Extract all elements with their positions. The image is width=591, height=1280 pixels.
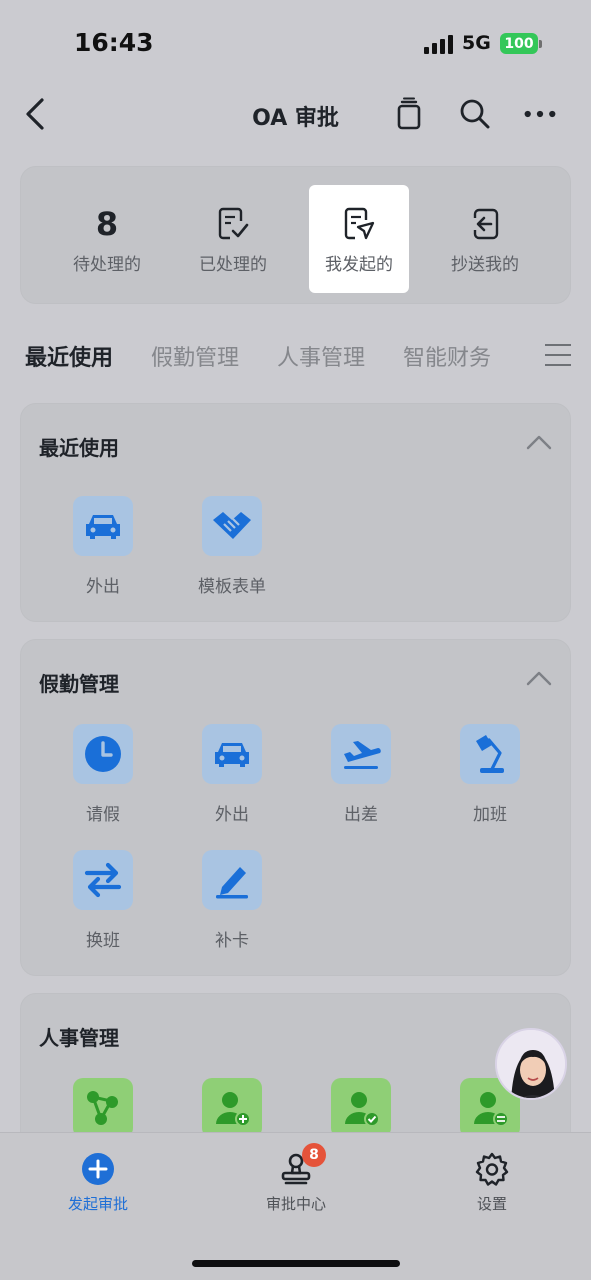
approval-stats-card: 8 待处理的 已处理的 我发起的 抄送我的	[20, 166, 571, 304]
stat-label: 待处理的	[73, 254, 141, 275]
person-check-icon	[331, 1078, 391, 1138]
assistant-avatar[interactable]	[495, 1028, 567, 1100]
tab-approval-center[interactable]: 8 审批中心	[236, 1143, 356, 1214]
airplane-icon	[331, 724, 391, 784]
app-outing[interactable]: 外出	[187, 724, 277, 834]
app-shift-swap[interactable]: 换班	[58, 850, 148, 960]
category-tabs: 最近使用 假勤管理 人事管理 智能财务	[0, 330, 591, 378]
menu-icon[interactable]	[545, 344, 571, 366]
stat-initiated[interactable]: 我发起的	[309, 185, 409, 293]
pending-count: 8	[95, 204, 119, 243]
app-leave[interactable]: 请假	[58, 724, 148, 834]
status-time: 16:43	[74, 28, 154, 57]
more-icon[interactable]	[523, 96, 557, 132]
app-label: 出差	[344, 805, 378, 825]
org-structure-icon	[73, 1078, 133, 1138]
app-label: 模板表单	[198, 577, 266, 597]
pencil-icon	[202, 850, 262, 910]
tab-label: 设置	[476, 1195, 507, 1213]
stat-label: 抄送我的	[451, 254, 519, 275]
stamp-icon: 8	[278, 1143, 326, 1187]
section-title: 人事管理	[39, 1026, 119, 1050]
app-label: 请假	[86, 805, 120, 825]
section-recent: 最近使用 外出 模板表单	[20, 403, 571, 622]
tab-initiate-approval[interactable]: 发起审批	[38, 1151, 158, 1214]
app-label: 换班	[86, 931, 120, 951]
app-clock-fix[interactable]: 补卡	[187, 850, 277, 960]
send-document-icon	[343, 204, 375, 244]
search-icon[interactable]	[458, 96, 492, 132]
app-label: 外出	[86, 577, 120, 597]
bottom-tab-bar: 发起审批 8 审批中心 设置	[0, 1132, 591, 1280]
tab-hr[interactable]: 人事管理	[277, 340, 365, 372]
desk-lamp-icon	[460, 724, 520, 784]
app-overtime[interactable]: 加班	[445, 724, 535, 834]
stat-processed[interactable]: 已处理的	[183, 185, 283, 293]
status-bar: 16:43 5G 100	[0, 0, 591, 88]
nav-bar: OA 审批	[0, 88, 591, 146]
tab-finance[interactable]: 智能财务	[403, 340, 491, 372]
network-type: 5G	[462, 32, 491, 54]
battery-icon: 100	[500, 33, 538, 54]
app-label: 外出	[215, 805, 249, 825]
app-outing[interactable]: 外出	[58, 496, 148, 606]
chevron-up-icon[interactable]	[526, 670, 552, 686]
app-template-form[interactable]: 模板表单	[187, 496, 277, 606]
notification-badge: 8	[302, 1143, 326, 1167]
app-label: 补卡	[215, 931, 249, 951]
page-title: OA 审批	[252, 106, 339, 131]
app-business-trip[interactable]: 出差	[316, 724, 406, 834]
stat-label: 我发起的	[325, 254, 393, 275]
plus-circle-icon	[80, 1151, 116, 1187]
gear-icon	[474, 1151, 510, 1187]
stat-cc[interactable]: 抄送我的	[435, 185, 535, 293]
tab-attendance[interactable]: 假勤管理	[151, 340, 239, 372]
section-attendance: 假勤管理 请假 外出 出差 加班 换班 补卡	[20, 639, 571, 976]
home-indicator	[192, 1260, 400, 1267]
clock-icon	[73, 724, 133, 784]
tab-label: 发起审批	[67, 1195, 128, 1213]
stat-label: 已处理的	[199, 254, 267, 275]
signal-icon	[424, 34, 456, 54]
battery-level: 100	[504, 35, 534, 52]
tab-label: 审批中心	[265, 1195, 326, 1213]
chevron-up-icon[interactable]	[526, 434, 552, 450]
handshake-icon	[202, 496, 262, 556]
stat-pending[interactable]: 8 待处理的	[57, 185, 157, 293]
section-title: 最近使用	[39, 436, 119, 460]
app-label: 加班	[473, 805, 507, 825]
section-title: 假勤管理	[39, 672, 119, 696]
tab-settings[interactable]: 设置	[432, 1151, 552, 1214]
car-icon	[202, 724, 262, 784]
multitask-icon[interactable]	[392, 96, 426, 132]
swap-icon	[73, 850, 133, 910]
inbox-arrow-icon	[469, 204, 501, 244]
checked-document-icon	[217, 204, 249, 244]
battery-tip	[539, 40, 542, 48]
tab-recent[interactable]: 最近使用	[25, 340, 113, 372]
add-person-icon	[202, 1078, 262, 1138]
car-icon	[73, 496, 133, 556]
